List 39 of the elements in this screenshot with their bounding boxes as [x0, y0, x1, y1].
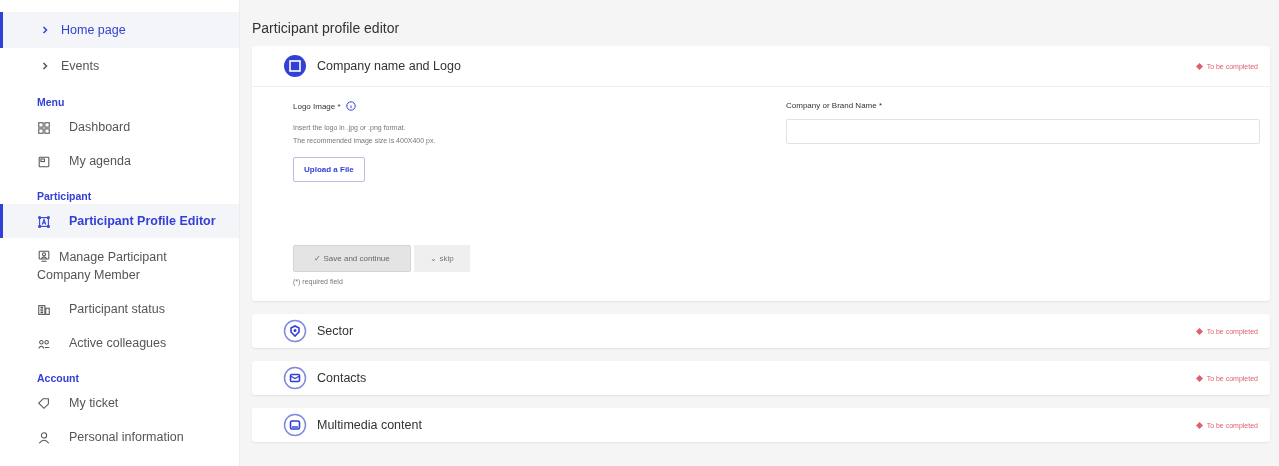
person-icon — [37, 431, 51, 445]
upload-button[interactable]: Upload a File — [293, 157, 365, 182]
field-label: Logo Image * — [293, 101, 341, 111]
page-title: Participant profile editor — [252, 19, 401, 38]
sidebar-item[interactable]: Participant Profile Editor — [0, 204, 239, 238]
skip-button[interactable]: ⌄ skip — [414, 245, 470, 272]
nav-item[interactable]: Events — [0, 48, 239, 84]
sidebar-item[interactable]: Personal information — [0, 420, 239, 454]
tag-icon — [37, 397, 51, 411]
chevron-right-icon — [41, 62, 49, 70]
sidebar-item[interactable]: My ticket — [0, 386, 239, 420]
section-title[interactable]: Sector — [317, 324, 1186, 338]
diamond-icon — [1195, 327, 1203, 335]
diamond-icon — [1195, 374, 1203, 382]
info-icon[interactable] — [345, 101, 356, 111]
section-heading: Account — [36, 371, 80, 386]
section-title[interactable]: Contacts — [317, 371, 1186, 385]
grid-icon — [37, 121, 51, 135]
diamond-icon — [1195, 421, 1203, 429]
section-heading: Menu — [36, 95, 66, 110]
calendar-icon — [37, 155, 51, 169]
diamond-icon — [1195, 62, 1203, 70]
save-button[interactable]: ✓ Save and continue — [293, 245, 411, 272]
sidebar-item[interactable]: Participant status — [0, 292, 239, 326]
input-field[interactable] — [786, 119, 1260, 144]
field-label: Company or Brand Name * — [786, 101, 884, 110]
section-title[interactable]: Multimedia content — [317, 418, 1186, 432]
people-icon — [37, 337, 51, 351]
user-card-icon — [37, 249, 51, 263]
building-icon — [37, 303, 51, 317]
sidebar-item[interactable]: Manage Participant Company Member — [0, 238, 239, 292]
section-heading: Participant — [36, 189, 93, 204]
frame-icon — [37, 215, 51, 229]
section-title[interactable]: Company name and Logo — [317, 59, 1186, 73]
sidebar-item[interactable]: Dashboard — [0, 110, 239, 144]
nav-item[interactable]: Home page — [0, 12, 239, 48]
sidebar-item[interactable]: Active colleagues — [0, 326, 239, 360]
sidebar-item[interactable]: My agenda — [0, 144, 239, 178]
chevron-right-icon — [41, 26, 49, 34]
